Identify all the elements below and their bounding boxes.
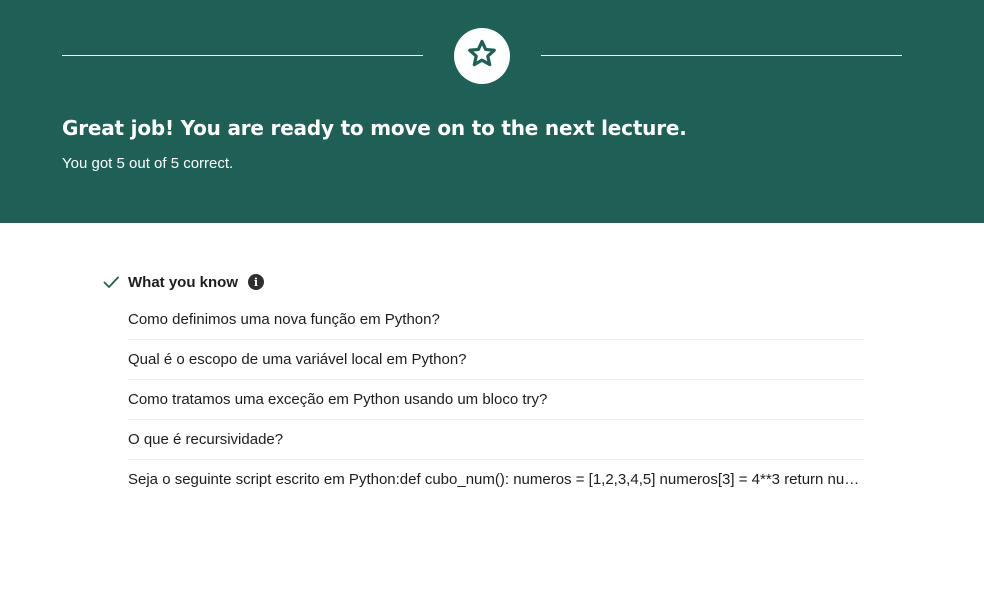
star-icon bbox=[466, 38, 498, 75]
question-item[interactable]: Qual é o escopo de uma variável local em… bbox=[128, 340, 864, 380]
question-item[interactable]: Como tratamos uma exceção em Python usan… bbox=[128, 380, 864, 420]
result-banner: Great job! You are ready to move on to t… bbox=[0, 0, 984, 223]
what-you-know-section: What you know i Como definimos uma nova … bbox=[100, 268, 864, 499]
divider-line-right bbox=[541, 55, 902, 56]
result-headline: Great job! You are ready to move on to t… bbox=[62, 116, 687, 140]
info-icon[interactable]: i bbox=[248, 274, 264, 290]
section-header: What you know i bbox=[100, 268, 864, 296]
score-text: You got 5 out of 5 correct. bbox=[62, 155, 234, 172]
section-title: What you know bbox=[128, 273, 238, 291]
question-item[interactable]: Como definimos uma nova função em Python… bbox=[128, 300, 864, 340]
divider-line-left bbox=[62, 55, 423, 56]
question-list: Como definimos uma nova função em Python… bbox=[128, 300, 864, 499]
question-item[interactable]: Seja o seguinte script escrito em Python… bbox=[128, 460, 864, 499]
question-item[interactable]: O que é recursividade? bbox=[128, 420, 864, 460]
check-icon bbox=[102, 273, 120, 291]
star-badge bbox=[454, 28, 510, 84]
